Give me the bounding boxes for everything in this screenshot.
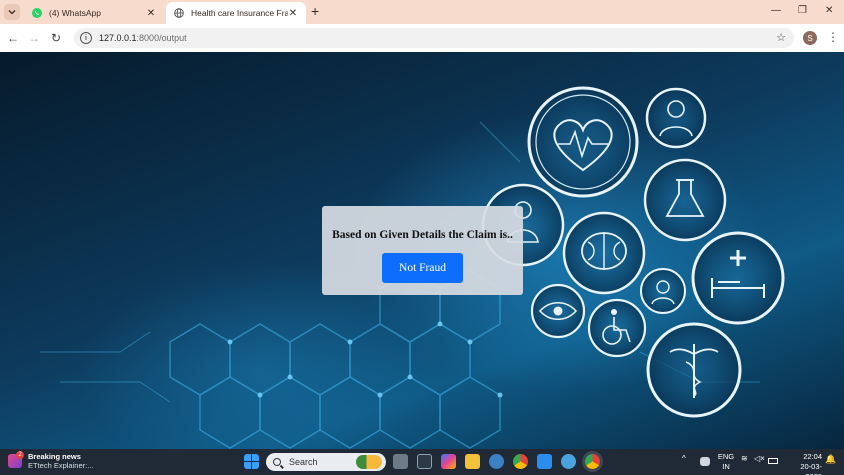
chrome-icon[interactable] — [513, 454, 528, 469]
terminal-icon[interactable] — [417, 454, 432, 469]
tab-search-button[interactable] — [4, 4, 20, 20]
cloud-icon[interactable] — [700, 457, 710, 466]
caduceus-icon — [646, 322, 742, 418]
tab-title: (4) WhatsApp — [49, 8, 101, 18]
profile-avatar[interactable]: S — [803, 31, 817, 45]
language-top: ENG — [717, 452, 735, 461]
notification-bell-icon[interactable]: 🔔 — [825, 454, 836, 465]
globe-icon — [174, 8, 184, 18]
language-bottom: IN — [722, 462, 730, 471]
taskbar: 2 Breaking news ETtech Explainer:... Sea… — [0, 449, 844, 475]
window-close-icon[interactable]: ✕ — [825, 4, 833, 18]
speaker-muted-icon[interactable]: ◁× — [754, 454, 765, 463]
back-icon[interactable]: ← — [6, 31, 20, 45]
whatsapp-icon — [32, 8, 42, 18]
page-background: Based on Given Details the Claim is.. No… — [0, 52, 844, 449]
lab-flask-icon — [643, 158, 727, 242]
windows-start-icon[interactable] — [244, 454, 259, 469]
reload-icon[interactable]: ↻ — [49, 31, 63, 45]
task-view-icon[interactable] — [393, 454, 408, 469]
doctor-icon — [645, 87, 707, 149]
brain-icon — [562, 211, 646, 295]
result-heading: Based on Given Details the Claim is.. — [332, 229, 513, 241]
nurse-icon — [640, 268, 686, 314]
file-explorer-icon[interactable] — [465, 454, 480, 469]
clock[interactable]: 22:04 20-03-2025 — [784, 452, 822, 475]
taskbar-search[interactable]: Search — [266, 453, 386, 471]
wheelchair-icon — [587, 298, 647, 358]
chrome-active-icon[interactable] — [585, 454, 600, 469]
hexagon-network — [169, 270, 501, 449]
clock-date: 20-03-2025 — [800, 462, 822, 475]
menu-kebab-icon[interactable]: ⋮ — [827, 30, 839, 44]
browser-toolbar: ← → ↻ i 127.0.0.1 :8000/output ☆ S ⋮ — [0, 24, 844, 52]
forward-icon[interactable]: → — [27, 31, 41, 45]
tab-whatsapp[interactable]: (4) WhatsApp ✕ — [24, 2, 164, 24]
settings-gear-icon[interactable] — [489, 454, 504, 469]
search-highlight-icon — [356, 455, 382, 469]
restore-icon[interactable]: ❐ — [798, 4, 807, 18]
heart-monitor-icon — [527, 86, 639, 198]
news-subtitle: ETtech Explainer:... — [28, 461, 94, 470]
chevron-down-icon — [8, 10, 16, 15]
minimize-icon[interactable]: — — [771, 4, 781, 18]
copilot-icon[interactable] — [441, 454, 456, 469]
tab-strip: (4) WhatsApp ✕ Health care Insurance Fra… — [0, 0, 844, 24]
news-icon: 2 — [8, 451, 24, 468]
url-path: :8000/output — [136, 33, 187, 43]
tab-fraud-detection[interactable]: Health care Insurance Fraud detection ✕ — [166, 2, 306, 24]
result-card: Based on Given Details the Claim is.. No… — [322, 206, 523, 295]
hospital-bed-icon — [691, 231, 785, 325]
language-indicator[interactable]: ENG IN — [716, 452, 736, 472]
bookmark-star-icon[interactable]: ☆ — [776, 31, 786, 44]
url-host: 127.0.0.1 — [99, 33, 137, 43]
wifi-icon[interactable]: ≋ — [741, 454, 748, 463]
news-title: Breaking news — [28, 452, 81, 461]
search-icon — [273, 458, 281, 466]
news-badge: 2 — [16, 451, 24, 459]
new-tab-button[interactable]: + — [311, 3, 319, 19]
python-idle-icon[interactable] — [561, 454, 576, 469]
clock-time: 22:04 — [803, 452, 822, 461]
search-label: Search — [289, 457, 318, 467]
chevron-up-icon[interactable]: ^ — [682, 454, 686, 463]
battery-icon[interactable] — [768, 458, 778, 464]
address-bar[interactable]: i 127.0.0.1 :8000/output ☆ — [74, 28, 794, 48]
site-info-icon[interactable]: i — [80, 32, 92, 44]
news-widget[interactable]: 2 Breaking news ETtech Explainer:... — [8, 451, 94, 470]
tab-title: Health care Insurance Fraud detection — [191, 8, 288, 18]
prediction-button[interactable]: Not Fraud — [382, 253, 463, 283]
close-icon[interactable]: ✕ — [146, 8, 156, 19]
close-icon[interactable]: ✕ — [288, 8, 298, 19]
vscode-icon[interactable] — [537, 454, 552, 469]
eye-icon — [530, 283, 586, 339]
